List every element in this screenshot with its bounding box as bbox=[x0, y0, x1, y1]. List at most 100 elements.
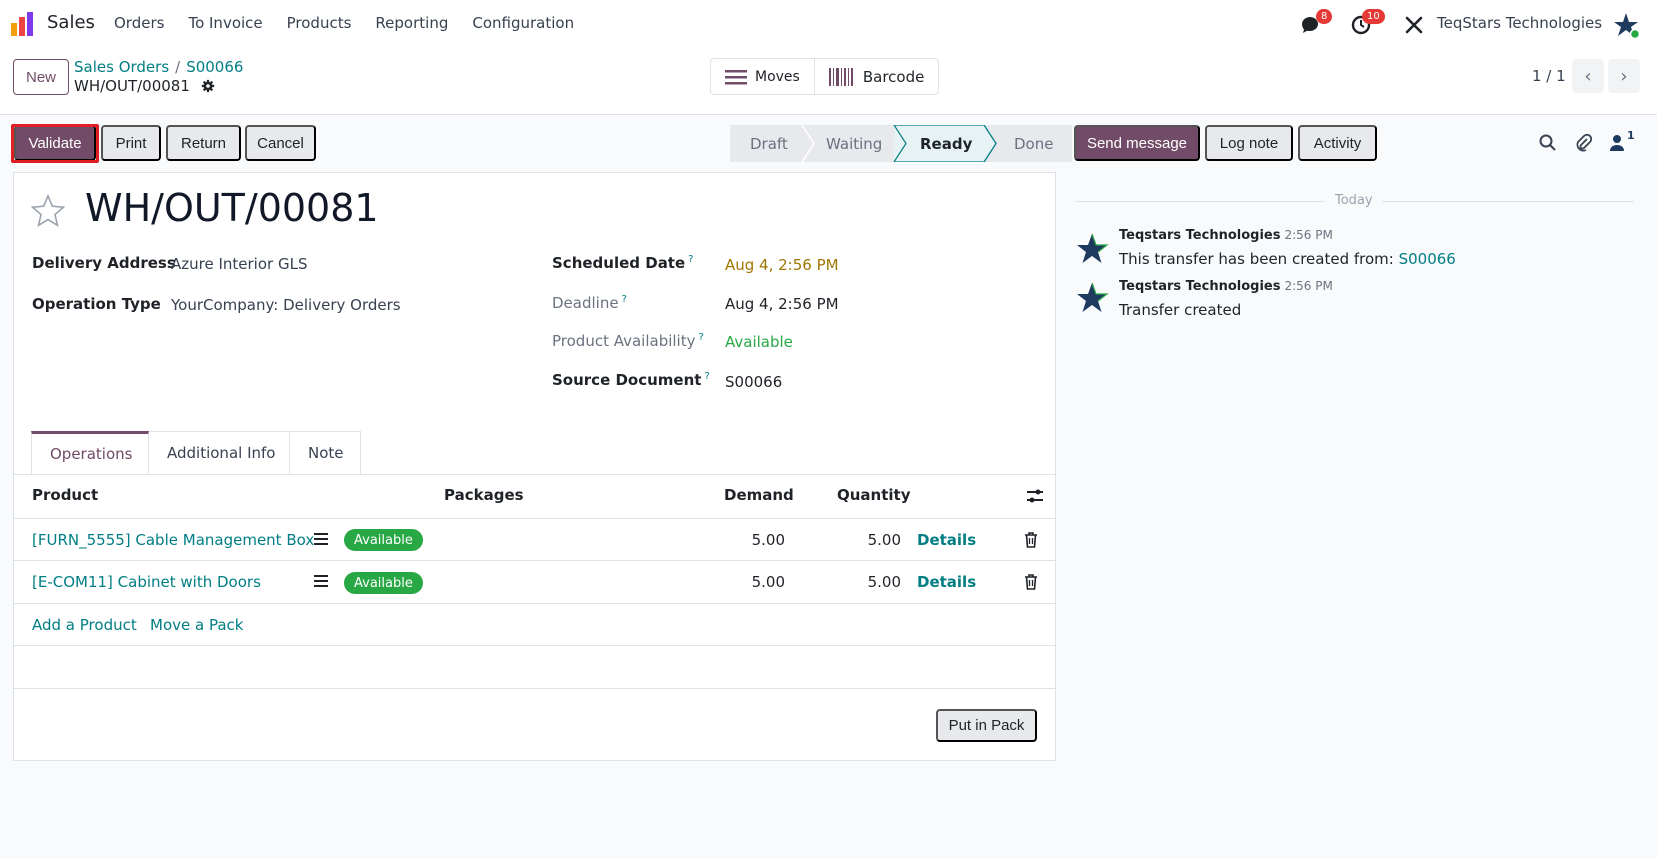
pager-next-button[interactable]: › bbox=[1608, 59, 1640, 93]
operation-type-label: Operation Type bbox=[32, 295, 161, 313]
stage-waiting[interactable]: Waiting bbox=[802, 125, 894, 162]
validate-highlight bbox=[11, 124, 99, 163]
company-switcher[interactable]: TeqStars Technologies bbox=[1437, 14, 1602, 32]
menu-orders[interactable]: Orders bbox=[114, 14, 164, 32]
source-document-label: Source Document? bbox=[552, 371, 710, 389]
moves-button[interactable]: Moves bbox=[711, 59, 814, 94]
message-body: This transfer has been created from: S00… bbox=[1119, 250, 1456, 268]
status-badge: Available bbox=[344, 572, 423, 594]
return-button[interactable]: Return bbox=[166, 125, 241, 161]
delivery-address-label: Delivery Address bbox=[32, 254, 176, 272]
barcode-icon bbox=[828, 67, 853, 86]
new-button[interactable]: New bbox=[13, 59, 69, 95]
author-avatar[interactable] bbox=[1075, 232, 1109, 266]
source-order-link[interactable]: S00066 bbox=[1399, 250, 1456, 268]
status-badge: Available bbox=[344, 529, 423, 551]
smart-buttons: Moves Barcode bbox=[710, 58, 940, 95]
pager-previous-button[interactable]: ‹ bbox=[1572, 59, 1604, 93]
print-button[interactable]: Print bbox=[101, 125, 161, 161]
log-note-button[interactable]: Log note bbox=[1205, 125, 1293, 161]
column-quantity[interactable]: Quantity bbox=[837, 486, 911, 504]
cancel-button[interactable]: Cancel bbox=[245, 125, 316, 161]
trash-icon[interactable] bbox=[1024, 574, 1038, 590]
product-link[interactable]: [E-COM11] Cabinet with Doors bbox=[32, 573, 261, 591]
chevron-left-icon: ‹ bbox=[1584, 65, 1592, 87]
stage-ready[interactable]: Ready bbox=[894, 125, 984, 162]
status-bar: Draft Waiting Ready Done bbox=[730, 125, 1072, 162]
app-name[interactable]: Sales bbox=[47, 12, 95, 33]
tab-note[interactable]: Note bbox=[290, 431, 361, 474]
notebook-tabs: Operations Additional Info Note bbox=[31, 431, 361, 474]
user-avatar[interactable] bbox=[1612, 11, 1640, 39]
message-body: Transfer created bbox=[1119, 301, 1242, 319]
deadline-value[interactable]: Aug 4, 2:56 PM bbox=[725, 295, 839, 313]
scheduled-date-label: Scheduled Date? bbox=[552, 254, 694, 272]
debug-tools-icon[interactable] bbox=[1403, 14, 1425, 36]
tab-operations[interactable]: Operations bbox=[31, 431, 149, 474]
menu-products[interactable]: Products bbox=[287, 14, 352, 32]
demand-value[interactable]: 5.00 bbox=[705, 573, 785, 591]
column-packages[interactable]: Packages bbox=[444, 486, 524, 504]
apps-logo-icon[interactable] bbox=[10, 11, 38, 37]
tab-additional-info[interactable]: Additional Info bbox=[149, 431, 290, 474]
column-product[interactable]: Product bbox=[32, 486, 98, 504]
activity-button[interactable]: Activity bbox=[1298, 125, 1377, 161]
menu-configuration[interactable]: Configuration bbox=[472, 14, 574, 32]
main-menu: Orders To Invoice Products Reporting Con… bbox=[114, 14, 598, 32]
date-separator: Today bbox=[1335, 193, 1373, 208]
message-author: Teqstars Technologies 2:56 PM bbox=[1119, 279, 1333, 294]
favorite-star-icon[interactable] bbox=[30, 193, 66, 229]
operation-type-value[interactable]: YourCompany: Delivery Orders bbox=[171, 296, 401, 314]
author-avatar[interactable] bbox=[1075, 281, 1109, 315]
help-icon[interactable]: ? bbox=[622, 294, 627, 305]
deadline-label: Deadline? bbox=[552, 294, 627, 312]
quantity-value[interactable]: 5.00 bbox=[821, 573, 901, 591]
move-pack-link[interactable]: Move a Pack bbox=[150, 616, 243, 634]
details-button[interactable]: Details bbox=[917, 573, 976, 591]
breadcrumb-sales-orders[interactable]: Sales Orders bbox=[74, 58, 169, 76]
menu-reporting[interactable]: Reporting bbox=[375, 14, 448, 32]
record-name: WH/OUT/00081 bbox=[85, 186, 379, 230]
optional-columns-icon[interactable] bbox=[1026, 488, 1044, 504]
add-product-link[interactable]: Add a Product bbox=[32, 616, 137, 634]
stage-done[interactable]: Done bbox=[984, 125, 1072, 162]
send-message-button[interactable]: Send message bbox=[1074, 125, 1200, 161]
help-icon[interactable]: ? bbox=[698, 332, 703, 343]
quantity-value[interactable]: 5.00 bbox=[821, 531, 901, 549]
control-panel: New Sales Orders / S00066 WH/OUT/00081 Mov… bbox=[0, 48, 1657, 115]
followers-count: 1 bbox=[1627, 129, 1635, 142]
pager-value[interactable]: 1 / 1 bbox=[1532, 67, 1566, 85]
hamburger-icon[interactable] bbox=[314, 575, 328, 587]
delivery-address-value[interactable]: Azure Interior GLS bbox=[171, 255, 307, 273]
product-availability-value: Available bbox=[725, 333, 793, 351]
details-button[interactable]: Details bbox=[917, 531, 976, 549]
scheduled-date-value[interactable]: Aug 4, 2:56 PM bbox=[725, 256, 839, 274]
activities-badge: 10 bbox=[1362, 9, 1385, 24]
search-icon[interactable] bbox=[1538, 133, 1558, 153]
trash-icon[interactable] bbox=[1024, 532, 1038, 548]
tabs-divider bbox=[13, 474, 1056, 475]
list-icon bbox=[725, 69, 747, 84]
help-icon[interactable]: ? bbox=[704, 371, 709, 382]
source-document-value[interactable]: S00066 bbox=[725, 373, 782, 391]
messages-badge: 8 bbox=[1316, 9, 1333, 24]
message-author: Teqstars Technologies 2:56 PM bbox=[1119, 228, 1333, 243]
top-navbar: Sales Orders To Invoice Products Reporti… bbox=[0, 0, 1657, 48]
chevron-right-icon: › bbox=[1620, 65, 1628, 87]
hamburger-icon[interactable] bbox=[314, 533, 328, 545]
record-title: WH/OUT/00081 bbox=[74, 77, 215, 95]
breadcrumb: Sales Orders / S00066 bbox=[74, 58, 244, 76]
gear-icon[interactable] bbox=[201, 79, 215, 93]
put-in-pack-button[interactable]: Put in Pack bbox=[936, 709, 1037, 742]
help-icon[interactable]: ? bbox=[688, 254, 693, 265]
product-link[interactable]: [FURN_5555] Cable Management Box bbox=[32, 531, 314, 549]
paperclip-icon[interactable] bbox=[1573, 133, 1593, 153]
breadcrumb-s00066[interactable]: S00066 bbox=[186, 58, 243, 76]
stage-draft[interactable]: Draft bbox=[730, 125, 802, 162]
barcode-button[interactable]: Barcode bbox=[813, 59, 939, 94]
menu-to-invoice[interactable]: To Invoice bbox=[188, 14, 262, 32]
demand-value[interactable]: 5.00 bbox=[705, 531, 785, 549]
product-availability-label: Product Availability? bbox=[552, 332, 704, 350]
followers-icon[interactable] bbox=[1608, 133, 1628, 153]
column-demand[interactable]: Demand bbox=[724, 486, 794, 504]
